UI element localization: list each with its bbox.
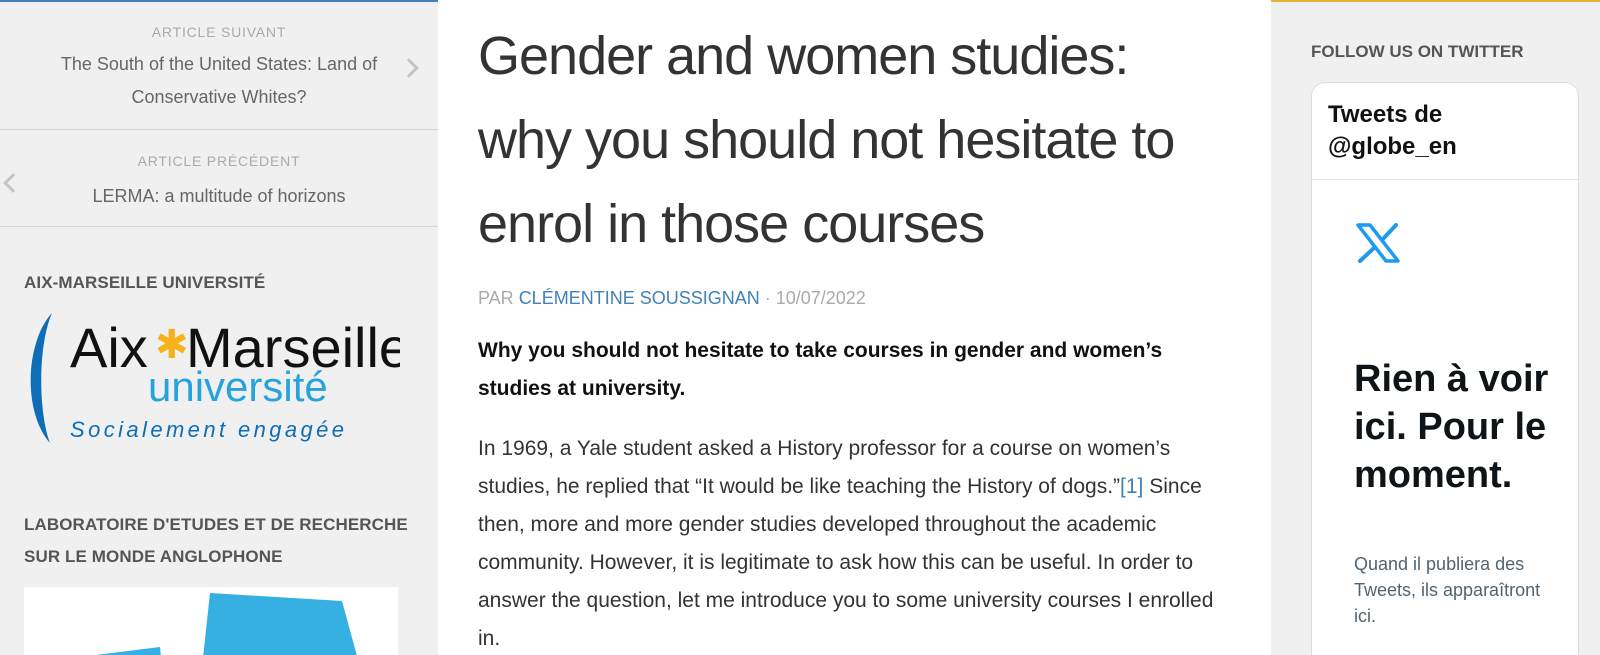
amu-logo[interactable]: Aix ✱ Marseille université Socialement e…	[24, 311, 400, 445]
lerma-logo[interactable]	[24, 587, 398, 655]
left-sidebar: ARTICLE SUIVANT The South of the United …	[0, 0, 438, 655]
paragraph-text-2: Since then, more and more gender studies…	[478, 475, 1214, 650]
article-content: Gender and women studies: why you should…	[438, 0, 1271, 655]
previous-article-kicker: ARTICLE PRÉCÉDENT	[137, 153, 301, 169]
paragraph-text-1: In 1969, a Yale student asked a History …	[478, 437, 1171, 498]
byline-prefix: PAR	[478, 288, 519, 308]
previous-article-link[interactable]: LERMA: a multitude of horizons	[0, 180, 438, 213]
next-article-nav[interactable]: ARTICLE SUIVANT The South of the United …	[0, 2, 438, 130]
author-link[interactable]: CLÉMENTINE SOUSSIGNAN	[519, 288, 760, 308]
twitter-timeline-embed[interactable]: Tweets de @globe_en Rien à voir ici. Pou…	[1311, 82, 1579, 655]
right-sidebar: FOLLOW US ON TWITTER Tweets de @globe_en…	[1271, 0, 1600, 655]
article-paragraph: In 1969, a Yale student asked a History …	[478, 430, 1231, 655]
next-article-link[interactable]: The South of the United States: Land of …	[0, 48, 438, 114]
article-byline: PAR CLÉMENTINE SOUSSIGNAN · 10/07/2022	[478, 288, 1231, 309]
amu-logo-tagline: Socialement engagée	[70, 417, 347, 442]
amu-widget-title: AIX-MARSEILLE UNIVERSITÉ	[24, 273, 266, 292]
amu-logo-universite: université	[148, 363, 328, 410]
tweets-header[interactable]: Tweets de @globe_en	[1312, 83, 1578, 180]
x-logo-icon[interactable]	[1356, 223, 1400, 263]
byline-separator: ·	[759, 288, 776, 308]
empty-timeline-heading: Rien à voir ici. Pour le moment.	[1354, 358, 1549, 496]
amu-logo-aix: Aix	[70, 316, 148, 379]
article-lead: Why you should not hesitate to take cour…	[478, 339, 1163, 400]
empty-timeline-note: Quand il publiera des Tweets, ils appara…	[1354, 554, 1541, 626]
previous-article-nav[interactable]: ARTICLE PRÉCÉDENT LERMA: a multitude of …	[0, 130, 438, 227]
article-title: Gender and women studies: why you should…	[478, 26, 1175, 254]
svg-text:✱: ✱	[155, 323, 189, 367]
footnote-link[interactable]: [1]	[1120, 475, 1143, 498]
lerma-widget-title: LABORATOIRE D'ETUDES ET DE RECHERCHE SUR…	[24, 515, 408, 566]
article-date: 10/07/2022	[775, 288, 866, 308]
next-article-kicker: ARTICLE SUIVANT	[151, 24, 287, 40]
twitter-widget-title: FOLLOW US ON TWITTER	[1311, 42, 1524, 61]
